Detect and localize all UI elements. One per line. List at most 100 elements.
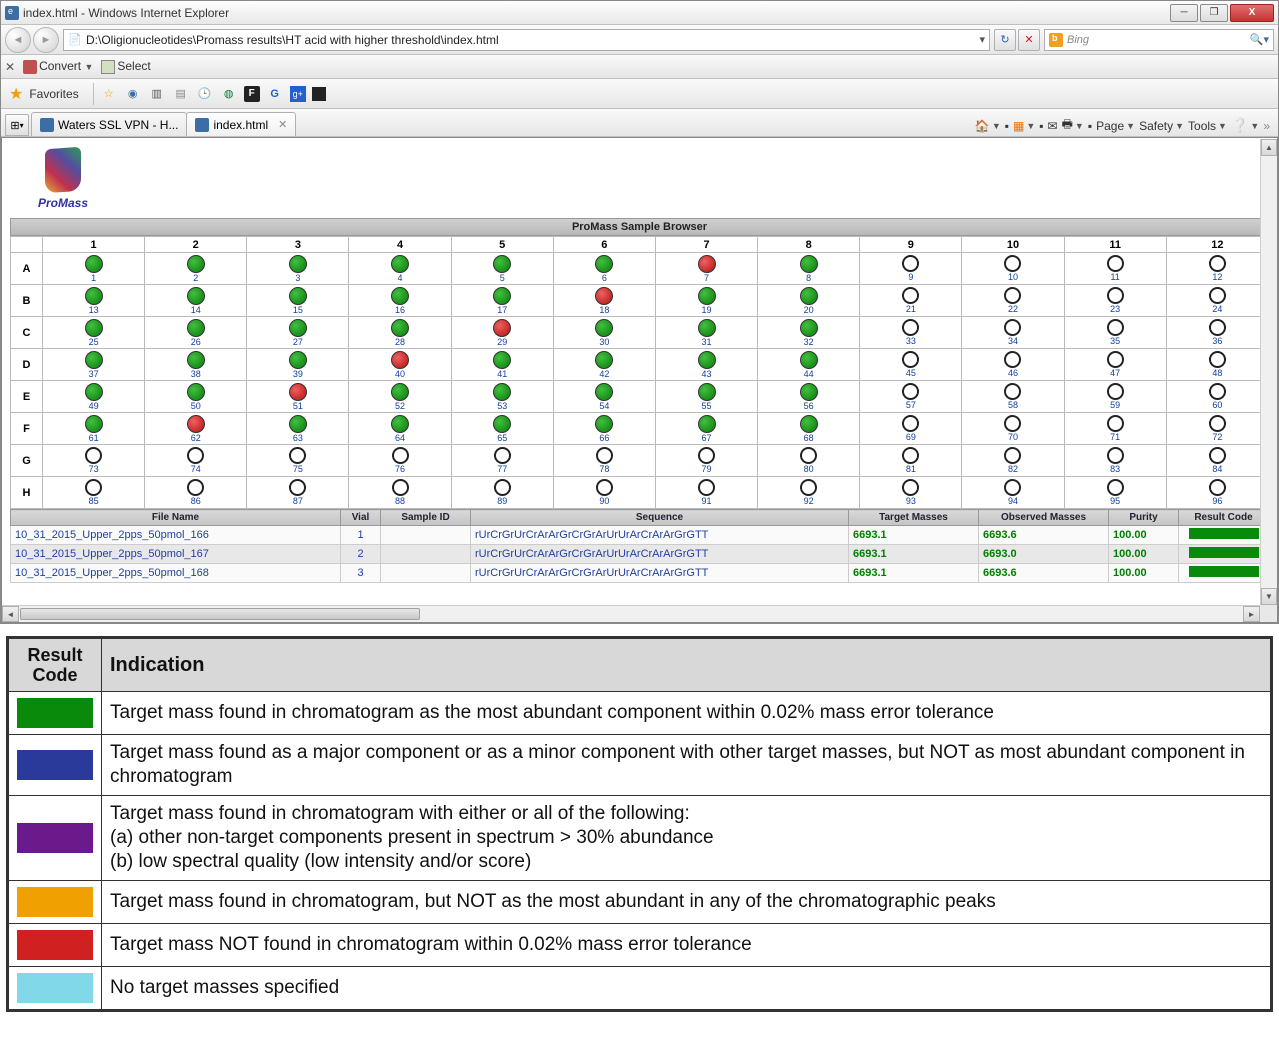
well-cell[interactable]: 35 — [1064, 317, 1166, 349]
fav-shortcut-2[interactable]: ◉ — [124, 85, 142, 103]
well-cell[interactable]: 90 — [553, 477, 655, 509]
mail-button[interactable]: ✉ — [1048, 119, 1058, 133]
well-cell[interactable]: 65 — [451, 413, 553, 445]
well-cell[interactable]: 31 — [655, 317, 757, 349]
well-cell[interactable]: 2 — [145, 253, 247, 285]
well-cell[interactable]: 19 — [655, 285, 757, 317]
forward-button[interactable]: ► — [33, 27, 59, 53]
fav-shortcut-10[interactable] — [312, 87, 326, 101]
well-cell[interactable]: 32 — [758, 317, 860, 349]
well-cell[interactable]: 14 — [145, 285, 247, 317]
well-cell[interactable]: 69 — [860, 413, 962, 445]
well-cell[interactable]: 21 — [860, 285, 962, 317]
favorites-star-icon[interactable]: ★ — [9, 84, 23, 104]
well-cell[interactable]: 84 — [1166, 445, 1268, 477]
well-cell[interactable]: 75 — [247, 445, 349, 477]
well-cell[interactable]: 42 — [553, 349, 655, 381]
well-cell[interactable]: 22 — [962, 285, 1064, 317]
well-cell[interactable]: 68 — [758, 413, 860, 445]
tab-close-icon[interactable]: ✕ — [278, 118, 287, 131]
well-cell[interactable]: 3 — [247, 253, 349, 285]
well-cell[interactable]: 30 — [553, 317, 655, 349]
well-cell[interactable]: 58 — [962, 381, 1064, 413]
well-cell[interactable]: 6 — [553, 253, 655, 285]
well-cell[interactable]: 88 — [349, 477, 451, 509]
vertical-scrollbar[interactable]: ▲ ▼ — [1260, 139, 1277, 605]
scroll-up-icon[interactable]: ▲ — [1261, 139, 1277, 156]
well-cell[interactable]: 29 — [451, 317, 553, 349]
well-cell[interactable]: 13 — [43, 285, 145, 317]
well-cell[interactable]: 47 — [1064, 349, 1166, 381]
well-cell[interactable]: 62 — [145, 413, 247, 445]
well-cell[interactable]: 24 — [1166, 285, 1268, 317]
safety-menu[interactable]: Safety▼ — [1139, 119, 1184, 133]
tab-waters-ssl[interactable]: Waters SSL VPN - H... — [31, 112, 187, 136]
well-cell[interactable]: 76 — [349, 445, 451, 477]
well-cell[interactable]: 52 — [349, 381, 451, 413]
address-bar[interactable]: 📄 D:\Oligionucleotides\Promass results\H… — [63, 29, 990, 51]
well-cell[interactable]: 48 — [1166, 349, 1268, 381]
well-cell[interactable]: 91 — [655, 477, 757, 509]
scroll-left-icon[interactable]: ◄ — [2, 606, 19, 622]
well-cell[interactable]: 45 — [860, 349, 962, 381]
well-cell[interactable]: 53 — [451, 381, 553, 413]
page-menu[interactable]: Page▼ — [1096, 119, 1135, 133]
well-cell[interactable]: 63 — [247, 413, 349, 445]
convert-button[interactable]: Convert ▼ — [23, 59, 93, 74]
well-cell[interactable]: 34 — [962, 317, 1064, 349]
minimize-button[interactable]: ─ — [1170, 4, 1198, 22]
well-cell[interactable]: 4 — [349, 253, 451, 285]
table-row[interactable]: 10_31_2015_Upper_2pps_50pmol_1661rUrCrGr… — [11, 526, 1269, 545]
well-cell[interactable]: 92 — [758, 477, 860, 509]
fav-shortcut-6[interactable]: ◍ — [220, 85, 238, 103]
well-cell[interactable]: 1 — [43, 253, 145, 285]
well-cell[interactable]: 96 — [1166, 477, 1268, 509]
feeds-button[interactable]: ▦▼ — [1013, 119, 1035, 133]
well-cell[interactable]: 56 — [758, 381, 860, 413]
search-box[interactable]: Bing 🔍▾ — [1044, 29, 1274, 51]
fav-shortcut-7[interactable]: F — [244, 86, 260, 102]
back-button[interactable]: ◄ — [5, 27, 31, 53]
well-cell[interactable]: 49 — [43, 381, 145, 413]
fav-shortcut-9[interactable]: g+ — [290, 86, 306, 102]
well-cell[interactable]: 67 — [655, 413, 757, 445]
well-cell[interactable]: 12 — [1166, 253, 1268, 285]
fav-shortcut-4[interactable]: ▤ — [172, 85, 190, 103]
tab-index[interactable]: index.html ✕ — [186, 112, 296, 136]
well-cell[interactable]: 16 — [349, 285, 451, 317]
well-cell[interactable]: 95 — [1064, 477, 1166, 509]
pdf-toolbar-close[interactable]: ✕ — [5, 60, 15, 74]
print-button[interactable]: 🖶▼ — [1062, 115, 1084, 136]
well-cell[interactable]: 86 — [145, 477, 247, 509]
search-icon[interactable]: 🔍▾ — [1250, 33, 1269, 46]
scroll-thumb[interactable] — [20, 608, 420, 620]
well-cell[interactable]: 17 — [451, 285, 553, 317]
well-cell[interactable]: 71 — [1064, 413, 1166, 445]
well-cell[interactable]: 93 — [860, 477, 962, 509]
well-cell[interactable]: 82 — [962, 445, 1064, 477]
horizontal-scrollbar[interactable]: ◄ ► — [2, 605, 1260, 622]
well-cell[interactable]: 20 — [758, 285, 860, 317]
refresh-button[interactable]: ↻ — [994, 29, 1016, 51]
well-cell[interactable]: 89 — [451, 477, 553, 509]
fav-shortcut-8[interactable]: G — [266, 85, 284, 103]
home-button[interactable]: 🏠▼ — [975, 119, 1001, 133]
col-purity[interactable]: Purity — [1109, 510, 1179, 526]
well-cell[interactable]: 43 — [655, 349, 757, 381]
fav-shortcut-5[interactable]: 🕒 — [196, 85, 214, 103]
well-cell[interactable]: 27 — [247, 317, 349, 349]
help-button[interactable]: ❔▼ — [1231, 117, 1259, 134]
well-cell[interactable]: 28 — [349, 317, 451, 349]
well-cell[interactable]: 60 — [1166, 381, 1268, 413]
well-cell[interactable]: 46 — [962, 349, 1064, 381]
well-cell[interactable]: 25 — [43, 317, 145, 349]
fav-shortcut-1[interactable]: ☆ — [100, 85, 118, 103]
well-cell[interactable]: 36 — [1166, 317, 1268, 349]
maximize-button[interactable]: ❐ — [1200, 4, 1228, 22]
well-cell[interactable]: 74 — [145, 445, 247, 477]
well-cell[interactable]: 26 — [145, 317, 247, 349]
well-cell[interactable]: 79 — [655, 445, 757, 477]
fav-shortcut-3[interactable]: ▥ — [148, 85, 166, 103]
well-cell[interactable]: 15 — [247, 285, 349, 317]
close-button[interactable]: X — [1230, 4, 1274, 22]
